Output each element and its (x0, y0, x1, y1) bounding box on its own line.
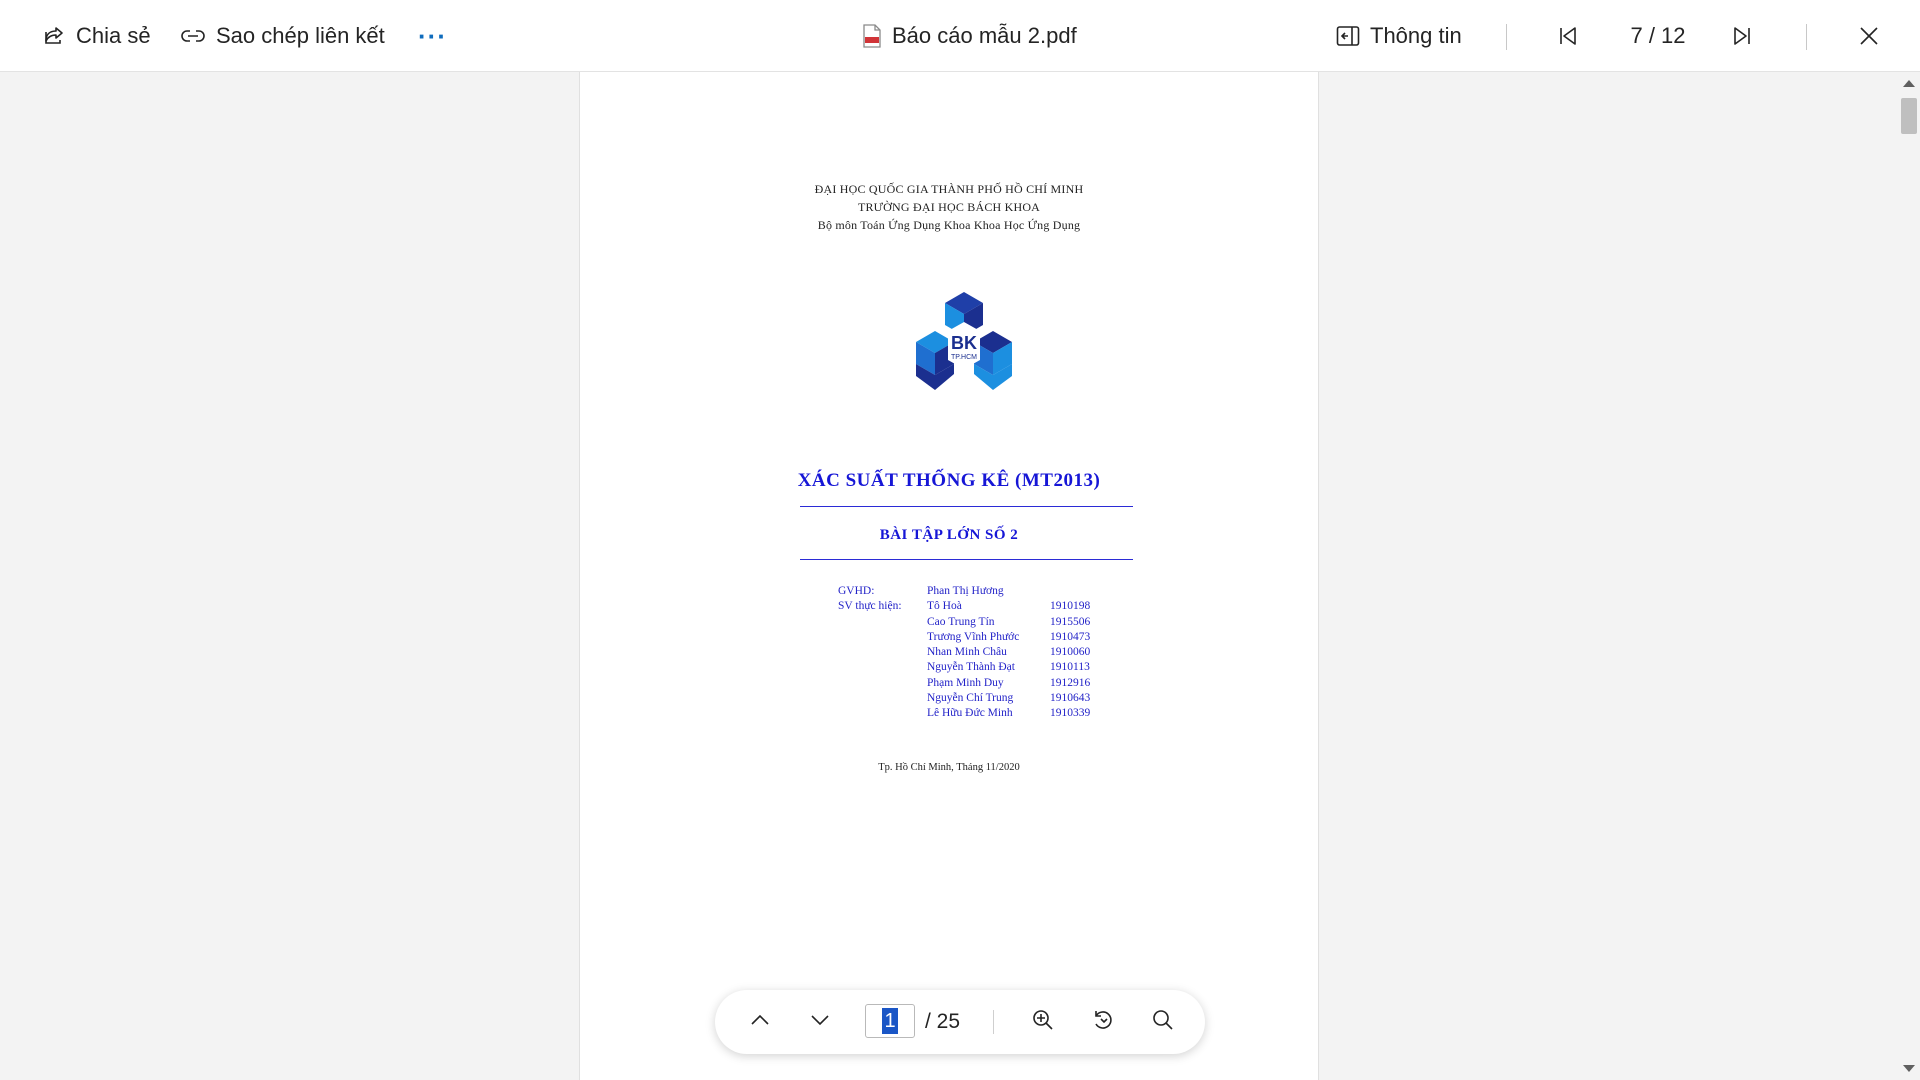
previous-page-button[interactable] (740, 990, 780, 1054)
scroll-down-arrow-icon[interactable] (1903, 1065, 1915, 1072)
pdf-page: ĐẠI HỌC QUỐC GIA THÀNH PHỐ HỒ CHÍ MINH T… (579, 72, 1319, 1080)
file-title: Báo cáo mẫu 2.pdf (862, 0, 1077, 72)
student-id: 1910643 (1050, 692, 1091, 705)
copy-link-button[interactable]: Sao chép liên kết (180, 0, 385, 72)
skip-back-icon (1556, 24, 1580, 48)
student-id: 1910473 (1050, 630, 1091, 643)
logo-bk-text: BK (951, 333, 977, 353)
vertical-scrollbar[interactable] (1898, 72, 1920, 1080)
title-rule-top (800, 506, 1133, 507)
member-labels: GVHD: SV thực hiện: (838, 584, 902, 615)
page-navigation-bar: 1 / 25 (715, 990, 1205, 1054)
supervisor-label: GVHD: (838, 585, 875, 597)
rotate-icon (1091, 1008, 1115, 1037)
rotate-button[interactable] (1083, 990, 1123, 1054)
file-name: Báo cáo mẫu 2.pdf (892, 23, 1077, 48)
member-ids: 1910198 1915506 1910473 1910060 1910113 … (1050, 599, 1090, 721)
more-icon: ··· (418, 20, 447, 51)
student-id: 1915506 (1050, 615, 1091, 628)
student-id: 1910113 (1050, 661, 1090, 674)
nav-divider (993, 1010, 994, 1034)
close-button[interactable] (1858, 0, 1880, 72)
logo-tphcm-text: TP.HCM (951, 354, 977, 361)
page-number-value: 1 (882, 1008, 898, 1034)
supervisor-name: Phan Thị Hương (927, 585, 1004, 597)
info-label: Thông tin (1370, 23, 1462, 48)
share-label: Chia sẻ (76, 23, 151, 48)
doc-header-university: ĐẠI HỌC QUỐC GIA THÀNH PHỐ HỒ CHÍ MINH (814, 182, 1084, 196)
top-toolbar: Chia sẻ Sao chép liên kết ··· Báo cáo mẫ… (0, 0, 1920, 72)
search-button[interactable] (1143, 990, 1183, 1054)
close-icon (1858, 25, 1880, 47)
student-name: Nguyễn Chí Trung (927, 692, 1014, 705)
next-page-button[interactable] (800, 990, 840, 1054)
document-viewer: ĐẠI HỌC QUỐC GIA THÀNH PHỐ HỒ CHÍ MINH T… (0, 72, 1920, 1080)
link-icon (180, 24, 206, 48)
title-rule-bottom (800, 559, 1133, 560)
student-id: 1910198 (1050, 600, 1091, 613)
info-panel-icon (1336, 25, 1360, 47)
info-button[interactable]: Thông tin (1336, 0, 1462, 72)
bk-logo: BK TP.HCM (916, 292, 1012, 392)
chevron-down-icon (809, 1009, 831, 1036)
member-names: Phan Thị Hương Tô Hoà Cao Trung Tín Trươ… (927, 584, 1019, 722)
search-icon (1151, 1008, 1175, 1037)
skip-forward-icon (1730, 24, 1754, 48)
student-id: 1910060 (1050, 646, 1091, 659)
next-file-button[interactable] (1730, 0, 1754, 72)
page-total: / 25 (925, 1010, 961, 1033)
share-icon (42, 24, 66, 48)
students-label: SV thực hiện: (838, 600, 902, 613)
zoom-in-icon (1031, 1008, 1055, 1037)
doc-subtitle: BÀI TẬP LỚN SỐ 2 (879, 527, 1019, 543)
previous-file-button[interactable] (1556, 0, 1580, 72)
scroll-up-arrow-icon[interactable] (1903, 80, 1915, 87)
student-name: Phạm Minh Duy (927, 676, 1004, 689)
copy-link-label: Sao chép liên kết (216, 23, 385, 48)
doc-date-line: Tp. Hồ Chí Minh, Tháng 11/2020 (878, 762, 1020, 773)
doc-header-school: TRƯỜNG ĐẠI HỌC BÁCH KHOA (857, 200, 1041, 214)
student-id: 1912916 (1050, 676, 1091, 689)
student-name: Tô Hoà (927, 600, 962, 613)
pdf-file-icon (862, 24, 882, 48)
doc-header-department: Bộ môn Toán Ứng Dụng Khoa Khoa Học Ứng D… (817, 218, 1081, 232)
toolbar-divider (1806, 24, 1807, 50)
chevron-up-icon (749, 1009, 771, 1036)
student-id: 1910339 (1050, 707, 1091, 720)
student-name: Nhan Minh Châu (927, 646, 1007, 659)
share-button[interactable]: Chia sẻ (42, 0, 151, 72)
page-number-input[interactable]: 1 (865, 1004, 915, 1038)
student-name: Trương Vĩnh Phước (927, 630, 1020, 643)
scroll-thumb[interactable] (1901, 98, 1917, 134)
toolbar-divider (1506, 24, 1507, 50)
zoom-in-button[interactable] (1023, 990, 1063, 1054)
student-name: Nguyễn Thành Đạt (927, 661, 1015, 674)
file-counter: 7 / 12 (1630, 23, 1686, 48)
doc-title: XÁC SUẤT THỐNG KÊ (MT2013) (797, 470, 1101, 491)
student-name: Lê Hữu Đức Minh (927, 707, 1013, 720)
more-options-button[interactable]: ··· (418, 0, 447, 72)
student-name: Cao Trung Tín (927, 615, 995, 628)
